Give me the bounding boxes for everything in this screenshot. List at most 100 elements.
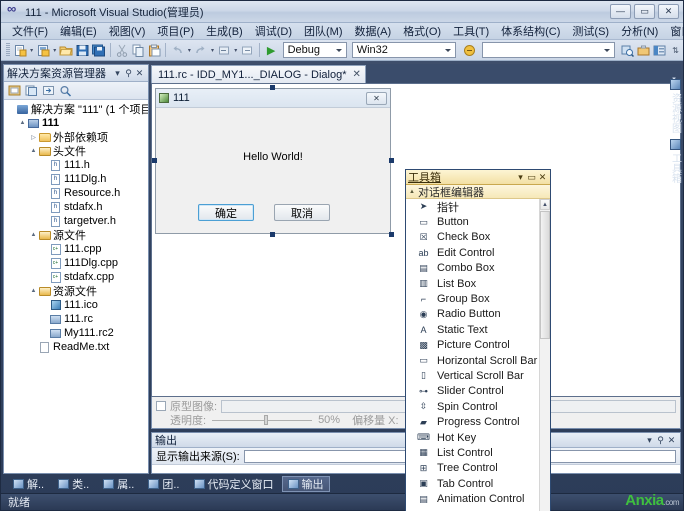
add-item-icon[interactable]	[36, 42, 51, 59]
refresh-icon[interactable]	[41, 83, 56, 98]
tree-item[interactable]: c+111Dlg.cpp	[4, 256, 148, 270]
menu-item-8[interactable]: 数据(A)	[349, 22, 398, 41]
resize-handle-left[interactable]	[152, 158, 157, 163]
platform-combo[interactable]: Win32	[352, 42, 457, 58]
maximize-button[interactable]: ▭	[634, 4, 655, 19]
menu-item-5[interactable]: 生成(B)	[200, 22, 249, 41]
expander-icon[interactable]: ▷	[29, 134, 38, 141]
toolbox-item-list-control[interactable]: ▦List Control	[406, 445, 550, 460]
tree-item[interactable]: 解决方案 "111" (1 个项目)	[4, 102, 148, 116]
slider-thumb[interactable]	[264, 415, 268, 425]
toolbox-item-check-box[interactable]: ☒Check Box	[406, 230, 550, 245]
tree-item[interactable]: 111.ico	[4, 298, 148, 312]
minimize-button[interactable]: —	[610, 4, 631, 19]
toolbox-item-picture-control[interactable]: ▩Picture Control	[406, 338, 550, 353]
toolbox-item-list-box[interactable]: ▥List Box	[406, 276, 550, 291]
dropdown-icon[interactable]: ▾	[644, 435, 655, 446]
pin-icon[interactable]: ⚲	[655, 435, 666, 446]
paste-icon[interactable]	[147, 42, 162, 59]
bottom-tab-2[interactable]: 类..	[52, 476, 95, 492]
bottom-tab-1[interactable]: 解..	[7, 476, 50, 492]
dialog-preview[interactable]: 111 ✕ Hello World! 确定 取消	[155, 88, 391, 234]
tab-dialog-editor[interactable]: 111.rc - IDD_MY1..._DIALOG - Dialog* ✕	[151, 65, 366, 83]
copy-icon[interactable]	[131, 42, 146, 59]
resize-handle-top[interactable]	[270, 85, 275, 90]
toolbar-grip[interactable]	[6, 43, 10, 57]
menu-item-10[interactable]: 工具(T)	[447, 22, 495, 41]
dialog-close-button[interactable]: ✕	[366, 92, 387, 105]
prototype-image-checkbox[interactable]	[156, 401, 166, 411]
dropdown-icon[interactable]: ▾	[112, 68, 123, 79]
undo-dropdown-icon[interactable]: ▾	[186, 42, 192, 59]
tree-item[interactable]: c+stdafx.cpp	[4, 270, 148, 284]
expander-icon[interactable]: ▲	[29, 232, 38, 238]
expander-icon[interactable]: ▲	[29, 288, 38, 294]
tree-item[interactable]: ▷外部依赖项	[4, 130, 148, 144]
scroll-up-icon[interactable]: ▲	[540, 199, 550, 210]
tree-item[interactable]: h111.h	[4, 158, 148, 172]
configuration-combo[interactable]: Debug	[283, 42, 347, 58]
find-in-files-icon[interactable]	[620, 42, 635, 59]
tree-item[interactable]: My111.rc2	[4, 326, 148, 340]
toolbox-item-progress-control[interactable]: ▰Progress Control	[406, 414, 550, 429]
tree-item[interactable]: hResource.h	[4, 186, 148, 200]
toolbox-item-horizontal-scroll-bar[interactable]: ▭Horizontal Scroll Bar	[406, 353, 550, 368]
view-code-icon[interactable]	[58, 83, 73, 98]
toolbox-item-list[interactable]: ➤指针▭Button☒Check BoxabEdit Control▤Combo…	[406, 199, 550, 511]
new-project-dropdown-icon[interactable]: ▾	[28, 42, 34, 59]
tree-item[interactable]: hstdafx.h	[4, 200, 148, 214]
navigate-forward-icon[interactable]	[240, 42, 255, 59]
menu-item-13[interactable]: 分析(N)	[615, 22, 664, 41]
expander-icon[interactable]: ▲	[18, 120, 27, 126]
toolbox-item-button[interactable]: ▭Button	[406, 214, 550, 229]
tree-item[interactable]: ▲头文件	[4, 144, 148, 158]
toolbox-item-combo-box[interactable]: ▤Combo Box	[406, 261, 550, 276]
cut-icon[interactable]	[115, 42, 130, 59]
transparency-slider[interactable]	[212, 415, 312, 425]
close-icon[interactable]: ✕	[537, 172, 548, 183]
group-expander-icon[interactable]: ▲	[409, 189, 415, 195]
toolbox-item-radio-button[interactable]: ◉Radio Button	[406, 307, 550, 322]
menu-item-7[interactable]: 团队(M)	[298, 22, 349, 41]
add-item-dropdown-icon[interactable]: ▾	[52, 42, 58, 59]
tree-item[interactable]: ▲111	[4, 116, 148, 130]
undo-icon[interactable]	[170, 42, 185, 59]
resize-handle-bottom-right[interactable]	[389, 232, 394, 237]
start-debugging-icon[interactable]: ▶	[264, 42, 279, 59]
toolbox-scrollbar[interactable]: ▲	[539, 199, 550, 511]
toolbox-item-slider-control[interactable]: ⊶Slider Control	[406, 384, 550, 399]
tree-item[interactable]: c+111.cpp	[4, 242, 148, 256]
menu-item-9[interactable]: 格式(O)	[397, 22, 447, 41]
scrollbar-thumb[interactable]	[540, 211, 550, 339]
bottom-tab-4[interactable]: 团..	[142, 476, 185, 492]
vertical-tab-1[interactable]: 资源视图	[668, 79, 683, 133]
solution-tree[interactable]: 解决方案 "111" (1 个项目)▲111▷外部依赖项▲头文件h111.hh1…	[4, 100, 148, 473]
toolbox-group-dialog-editor[interactable]: ▲ 对话框编辑器	[406, 185, 550, 199]
vertical-tab-2[interactable]: 工具箱	[668, 139, 683, 183]
menu-item-1[interactable]: 文件(F)	[6, 22, 54, 41]
redo-icon[interactable]	[194, 42, 209, 59]
static-text-hello-world[interactable]: Hello World!	[156, 151, 390, 163]
save-icon[interactable]	[75, 42, 90, 59]
toolbox-item-tab-control[interactable]: ▣Tab Control	[406, 476, 550, 491]
maximize-icon[interactable]: ▭	[526, 172, 537, 183]
toolbox-item-tree-control[interactable]: ⊞Tree Control	[406, 461, 550, 476]
bottom-tab-3[interactable]: 属..	[97, 476, 140, 492]
tree-item[interactable]: h111Dlg.h	[4, 172, 148, 186]
navigate-back-icon[interactable]	[217, 42, 232, 59]
toolbox-item-spin-control[interactable]: ⇳Spin Control	[406, 399, 550, 414]
toolbox-item-hot-key[interactable]: ⌨Hot Key	[406, 430, 550, 445]
tree-item[interactable]: ▲资源文件	[4, 284, 148, 298]
tree-item[interactable]: ▲源文件	[4, 228, 148, 242]
close-icon[interactable]: ✕	[134, 68, 145, 79]
save-all-icon[interactable]	[91, 42, 106, 59]
solution-platforms-icon[interactable]	[462, 42, 477, 59]
resize-handle-bottom[interactable]	[270, 232, 275, 237]
menu-item-2[interactable]: 编辑(E)	[54, 22, 103, 41]
dialog-ok-button[interactable]: 确定	[198, 204, 254, 221]
open-file-icon[interactable]	[59, 42, 74, 59]
close-button[interactable]: ✕	[658, 4, 679, 19]
toolbox-item-group-box[interactable]: ⌐Group Box	[406, 291, 550, 306]
menu-item-12[interactable]: 测试(S)	[566, 22, 615, 41]
toolbox-item-指针[interactable]: ➤指针	[406, 199, 550, 214]
